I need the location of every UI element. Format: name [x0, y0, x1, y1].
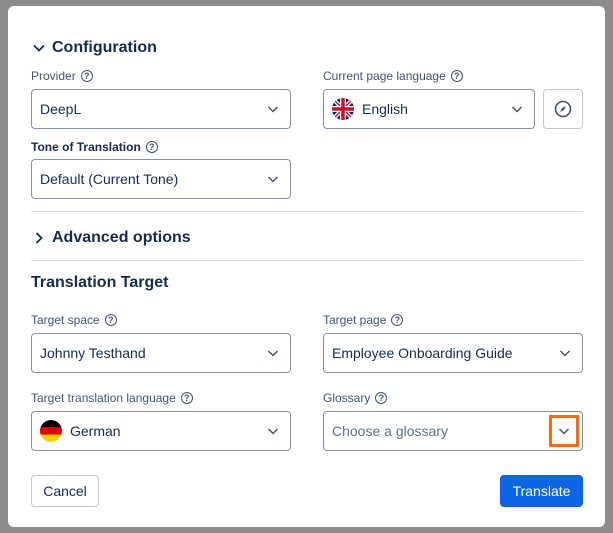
- target-space-select[interactable]: Johnny Testhand: [31, 333, 291, 373]
- tone-select[interactable]: Default (Current Tone): [31, 159, 291, 199]
- current-language-select[interactable]: English: [323, 89, 535, 129]
- chevron-down-icon: [558, 428, 570, 435]
- cancel-button[interactable]: Cancel: [31, 475, 99, 507]
- current-language-label: Current page language ?: [323, 69, 463, 83]
- help-icon[interactable]: ?: [104, 314, 117, 326]
- target-space-label-text: Target space: [31, 313, 100, 327]
- current-language-label-text: Current page language: [323, 69, 446, 83]
- help-icon[interactable]: ?: [145, 141, 158, 153]
- help-icon[interactable]: ?: [80, 70, 93, 82]
- tone-label: Tone of Translation ?: [31, 140, 158, 154]
- glossary-select[interactable]: Choose a glossary: [323, 411, 583, 451]
- target-page-label: Target page ?: [323, 313, 404, 327]
- translation-dialog: Configuration Provider ? DeepL Current p…: [8, 6, 605, 527]
- uk-flag-icon: [332, 98, 354, 120]
- target-space-value: Johnny Testhand: [40, 345, 146, 361]
- target-space-label: Target space ?: [31, 313, 117, 327]
- target-language-value: German: [70, 423, 121, 439]
- glossary-placeholder: Choose a glossary: [332, 423, 448, 439]
- help-icon[interactable]: ?: [375, 392, 388, 404]
- target-page-label-text: Target page: [323, 313, 387, 327]
- chevron-right-icon: [35, 232, 43, 244]
- help-icon[interactable]: ?: [391, 314, 404, 326]
- tone-value: Default (Current Tone): [40, 171, 179, 187]
- provider-select[interactable]: DeepL: [31, 89, 291, 129]
- configuration-title: Configuration: [52, 39, 157, 56]
- target-language-label-text: Target translation language: [31, 391, 176, 405]
- help-icon[interactable]: ?: [450, 70, 463, 82]
- chevron-down-icon: [267, 428, 279, 435]
- compass-icon: [554, 100, 572, 118]
- target-language-label: Target translation language ?: [31, 391, 193, 405]
- chevron-down-icon: [267, 106, 279, 113]
- chevron-down-icon: [267, 350, 279, 357]
- glossary-label-text: Glossary: [323, 391, 371, 405]
- target-page-select[interactable]: Employee Onboarding Guide: [323, 333, 583, 373]
- chevron-down-icon: [267, 176, 279, 183]
- divider: [31, 211, 583, 212]
- help-icon[interactable]: ?: [180, 392, 193, 404]
- glossary-dropdown-toggle[interactable]: [549, 415, 579, 447]
- advanced-options-toggle[interactable]: Advanced options: [32, 229, 191, 247]
- tone-label-text: Tone of Translation: [31, 140, 141, 154]
- configuration-toggle[interactable]: Configuration: [32, 39, 157, 57]
- chevron-down-icon: [33, 44, 45, 52]
- glossary-label: Glossary ?: [323, 391, 388, 405]
- target-page-value: Employee Onboarding Guide: [332, 345, 513, 361]
- provider-label: Provider ?: [31, 69, 93, 83]
- detect-language-button[interactable]: [543, 89, 583, 129]
- chevron-down-icon: [511, 106, 523, 113]
- provider-value: DeepL: [40, 101, 82, 117]
- translation-target-title: Translation Target: [31, 274, 169, 291]
- advanced-options-title: Advanced options: [52, 229, 191, 246]
- target-language-select[interactable]: German: [31, 411, 291, 451]
- translate-button[interactable]: Translate: [500, 475, 583, 507]
- chevron-down-icon: [559, 350, 571, 357]
- german-flag-icon: [40, 420, 62, 442]
- provider-label-text: Provider: [31, 69, 76, 83]
- current-language-value: English: [362, 101, 408, 117]
- divider: [31, 260, 583, 261]
